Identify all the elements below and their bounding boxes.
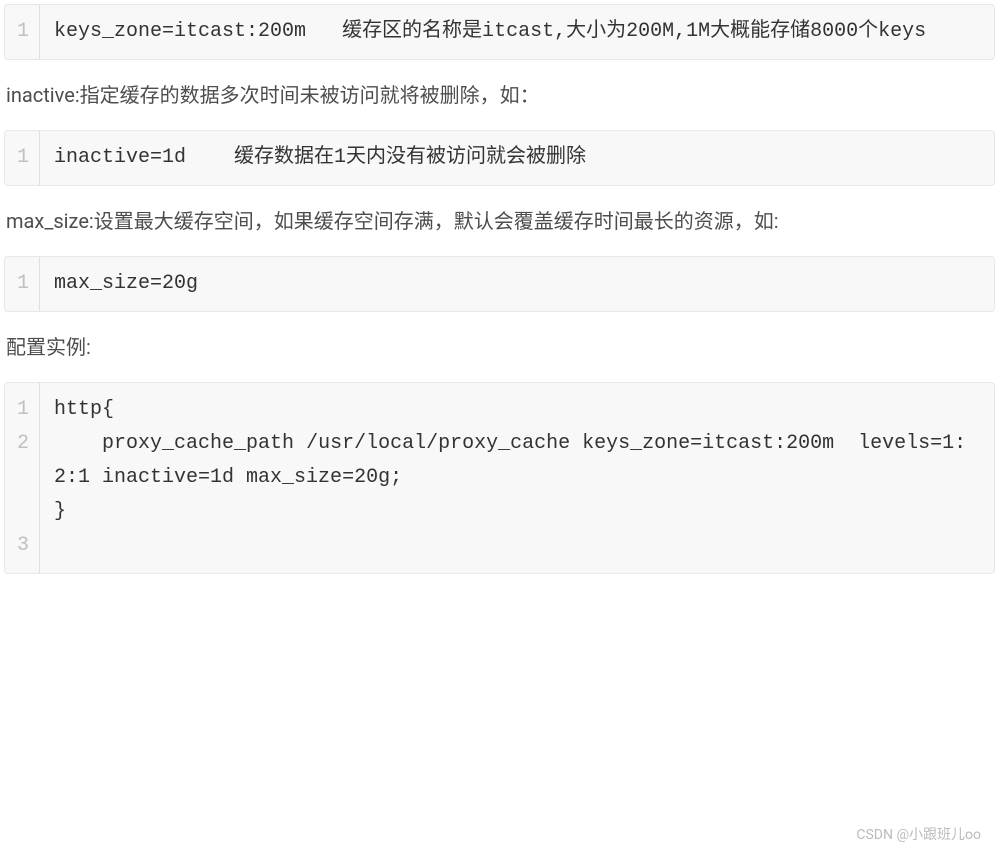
code-block: 1 inactive=1d 缓存数据在1天内没有被访问就会被删除: [4, 130, 995, 186]
code-content: keys_zone=itcast:200m 缓存区的名称是itcast,大小为2…: [40, 5, 994, 59]
line-number: 1: [17, 15, 29, 49]
paragraph-example: 配置实例:: [0, 316, 999, 378]
line-gutter: 1: [5, 131, 40, 185]
line-number: 1: [17, 141, 29, 175]
code-block: 1 keys_zone=itcast:200m 缓存区的名称是itcast,大小…: [4, 4, 995, 60]
code-block: 1 2 3 http{ proxy_cache_path /usr/local/…: [4, 382, 995, 574]
code-content: http{ proxy_cache_path /usr/local/proxy_…: [40, 383, 994, 573]
line-gutter: 1: [5, 257, 40, 311]
line-gutter: 1: [5, 5, 40, 59]
paragraph-inactive: inactive:指定缓存的数据多次时间未被访问就将被删除，如：: [0, 64, 999, 126]
paragraph-maxsize: max_size:设置最大缓存空间，如果缓存空间存满，默认会覆盖缓存时间最长的资…: [0, 190, 999, 252]
line-number: [17, 461, 29, 495]
line-number: 1: [17, 267, 29, 301]
line-number: 3: [17, 529, 29, 563]
line-number: [17, 495, 29, 529]
code-block: 1 max_size=20g: [4, 256, 995, 312]
line-number: 2: [17, 427, 29, 461]
watermark: CSDN @小跟班儿oo: [856, 824, 981, 848]
code-content: inactive=1d 缓存数据在1天内没有被访问就会被删除: [40, 131, 994, 185]
line-gutter: 1 2 3: [5, 383, 40, 573]
code-content: max_size=20g: [40, 257, 994, 311]
line-number: 1: [17, 393, 29, 427]
